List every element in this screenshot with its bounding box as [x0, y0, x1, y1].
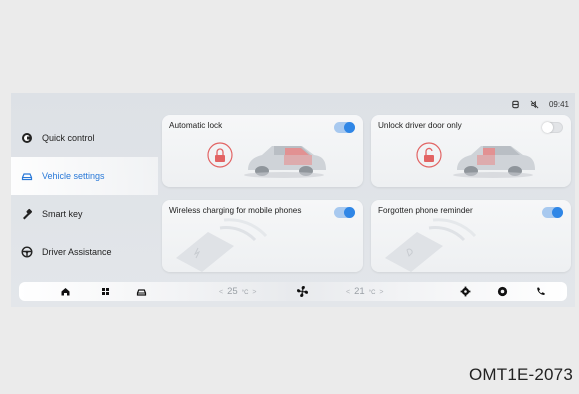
figure-code: OMT1E-2073: [468, 365, 573, 384]
sidebar-item-smart-key[interactable]: Smart key: [11, 195, 158, 233]
fan-icon[interactable]: [296, 285, 309, 298]
apps-grid-icon[interactable]: [100, 286, 111, 297]
status-time: 09:41: [548, 99, 569, 109]
forgotten-phone-card[interactable]: Forgotten phone reminder: [371, 200, 571, 272]
left-temp-value: 25: [227, 286, 238, 297]
sidebar-item-label: Vehicle settings: [42, 171, 105, 181]
automatic-lock-card[interactable]: Automatic lock: [162, 115, 363, 187]
sidebar-item-driver-assistance[interactable]: Driver Assistance: [11, 233, 158, 271]
unlock-driver-door-card[interactable]: Unlock driver door only: [371, 115, 571, 187]
right-temperature: < 21 °C >: [346, 286, 384, 297]
wireless-charging-card[interactable]: Wireless charging for mobile phones: [162, 200, 363, 272]
car-unlock-illustration: [416, 142, 535, 178]
left-temperature: < 25 °C >: [219, 286, 257, 297]
smart-key-icon: [21, 208, 33, 220]
quick-control-icon: [21, 132, 33, 144]
home-icon[interactable]: [60, 286, 71, 297]
driver-assistance-icon: [21, 246, 33, 258]
phone-charging-illustration: [176, 218, 268, 272]
sidebar-item-vehicle-settings[interactable]: Vehicle settings: [11, 157, 158, 195]
sidebar-item-quick-control[interactable]: Quick control: [11, 119, 158, 157]
mute-icon: [530, 100, 539, 108]
status-bar: 09:41: [511, 98, 569, 110]
sidebar-item-label: Driver Assistance: [42, 247, 112, 257]
bottom-dock: < 25 °C > < 21 °C >: [19, 282, 567, 301]
sidebar-item-label: Smart key: [42, 209, 83, 219]
temp-unit: °C: [368, 290, 376, 296]
vehicle-display: 09:41 Quick control Vehicle settings Sma…: [11, 93, 575, 307]
vehicle-settings-icon: [21, 170, 33, 182]
right-temp-value: 21: [354, 286, 365, 297]
sidebar-item-label: Quick control: [42, 133, 95, 143]
settings-icon[interactable]: [460, 286, 471, 297]
car-icon[interactable]: [136, 286, 147, 297]
phone-icon[interactable]: [535, 286, 546, 297]
left-temp-decrease[interactable]: <: [219, 289, 223, 296]
left-temp-increase[interactable]: >: [252, 289, 256, 296]
phone-reminder-illustration: [385, 218, 477, 272]
right-temp-increase[interactable]: >: [379, 289, 383, 296]
right-temp-decrease[interactable]: <: [346, 289, 350, 296]
sidebar: Quick control Vehicle settings Smart key…: [11, 119, 158, 271]
car-lock-illustration: [207, 142, 326, 178]
music-icon[interactable]: [497, 286, 508, 297]
seat-belt-icon: [512, 100, 519, 108]
temp-unit: °C: [241, 290, 249, 296]
